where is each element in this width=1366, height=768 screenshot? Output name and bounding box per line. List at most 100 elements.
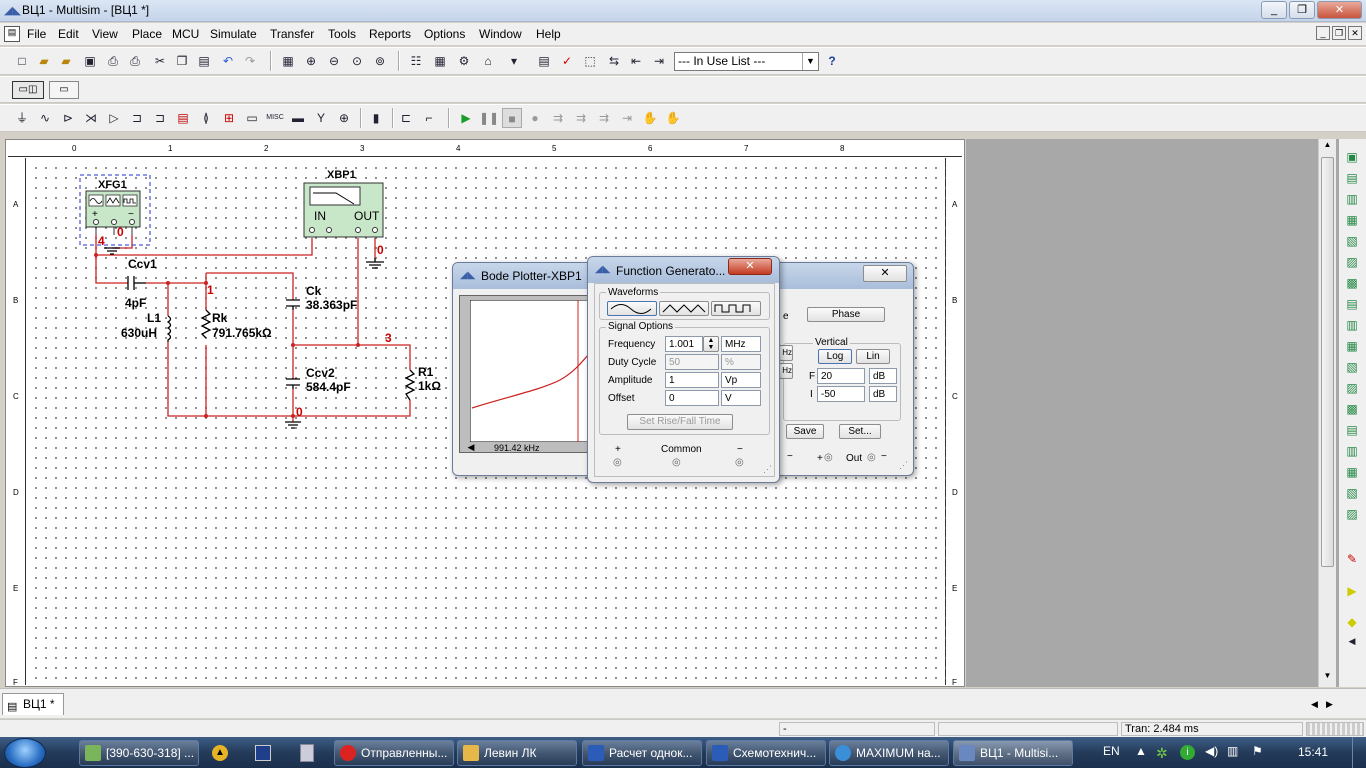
fg-frequency-stepper[interactable]: ▲ ▼ <box>703 336 719 352</box>
scroll-down-button[interactable]: ▼ <box>1320 671 1335 685</box>
xfg1-minus-label: − <box>128 209 134 220</box>
four-channel-oscilloscope-icon[interactable]: ▧ <box>1342 231 1362 251</box>
oscilloscope-icon[interactable]: ▦ <box>1342 210 1362 230</box>
scroll-up-button[interactable]: ▲ <box>1320 140 1335 154</box>
current-probe-icon[interactable]: ◆ <box>1342 612 1362 632</box>
bode-f-unit[interactable]: dB <box>869 368 897 384</box>
word-generator-icon[interactable]: ▤ <box>1342 294 1362 314</box>
iv-analyzer-icon[interactable]: ▧ <box>1342 357 1362 377</box>
quicklaunch-icon[interactable]: ▲ <box>212 745 228 761</box>
bode-out-minus-terminal-icon[interactable]: ◎ <box>867 452 876 463</box>
labview-icon[interactable]: ▶ <box>1342 581 1362 601</box>
bode-cursor-left-button[interactable]: ◀ <box>463 442 479 454</box>
bode-close-button[interactable]: ✕ <box>863 265 907 282</box>
tab-scroll-right-icon[interactable]: ▶ <box>1326 699 1333 710</box>
multimeter-icon[interactable]: ▣ <box>1342 147 1362 167</box>
triangle-wave-button[interactable] <box>659 301 709 316</box>
maximize-button[interactable]: ❐ <box>1289 1 1315 19</box>
bode-save-button[interactable]: Save <box>786 424 824 439</box>
fg-offset-unit[interactable]: V <box>721 390 761 406</box>
taskbar-item[interactable]: Схемотехнич... <box>706 740 826 766</box>
resize-grip-icon[interactable]: ⋰ <box>899 460 908 471</box>
bode-f-field[interactable]: 20 <box>817 368 865 384</box>
tray-info-icon[interactable]: i <box>1180 745 1195 760</box>
taskbar-item-active[interactable]: ВЦ1 - Multisi... <box>953 740 1073 766</box>
mdi-minimize-button[interactable]: _ <box>1316 26 1330 40</box>
taskbar-item[interactable]: Левин ЛК <box>457 740 577 766</box>
volume-icon[interactable]: ◀) <box>1205 744 1218 758</box>
bode-set-button[interactable]: Set... <box>839 424 881 439</box>
folder-icon <box>463 745 479 761</box>
taskbar-item[interactable]: MAXIMUM на... <box>829 740 949 766</box>
taskbar-item-label: Отправленны... <box>361 746 448 760</box>
fg-frequency-field[interactable]: 1.001 <box>665 336 703 352</box>
l1-label: L1 <box>147 311 162 325</box>
quicklaunch-save-icon[interactable] <box>255 745 271 761</box>
square-wave-button[interactable] <box>711 301 761 316</box>
scroll-thumb[interactable] <box>1321 157 1334 567</box>
mdi-close-button[interactable]: ✕ <box>1348 26 1362 40</box>
tab-scroll-left-icon[interactable]: ◀ <box>1311 699 1318 710</box>
fg-common-terminal-icon[interactable]: ◎ <box>672 457 681 468</box>
bode-hz2-field[interactable]: Hz <box>779 363 793 379</box>
fg-amplitude-unit[interactable]: Vp <box>721 372 761 388</box>
network-icon[interactable]: ▥ <box>1227 744 1238 758</box>
show-desktop-button[interactable] <box>1352 737 1366 768</box>
fg-amplitude-field[interactable]: 1 <box>665 372 719 388</box>
r1-resistor-symbol <box>404 369 416 401</box>
bode-i-unit[interactable]: dB <box>869 386 897 402</box>
tektronix-oscilloscope-icon[interactable]: ▨ <box>1342 504 1362 524</box>
bode-out-plus-terminal-icon[interactable]: ◎ <box>824 452 833 463</box>
taskbar-item[interactable]: Отправленны... <box>334 740 454 766</box>
fg-minus-terminal-icon[interactable]: ◎ <box>735 457 744 468</box>
taskbar-item[interactable]: Расчет однок... <box>582 740 702 766</box>
agilent-multimeter-icon[interactable]: ▦ <box>1342 462 1362 482</box>
frequency-counter-icon[interactable]: ▩ <box>1342 273 1362 293</box>
logic-converter-icon[interactable]: ▦ <box>1342 336 1362 356</box>
start-button[interactable] <box>4 738 46 768</box>
minimize-button[interactable]: _ <box>1261 1 1287 19</box>
bode-plotter-tool-icon[interactable]: ▨ <box>1342 252 1362 272</box>
mdi-restore-button[interactable]: ❐ <box>1332 26 1346 40</box>
toolbar-scroll-icon[interactable]: ◀ <box>1342 631 1362 651</box>
bode-hz1-field[interactable]: Hz <box>779 345 793 361</box>
bode-lin-button[interactable]: Lin <box>856 349 890 364</box>
function-generator-tool-icon[interactable]: ▤ <box>1342 168 1362 188</box>
distortion-analyzer-icon[interactable]: ▨ <box>1342 378 1362 398</box>
fg-plus-terminal-icon[interactable]: ◎ <box>613 457 622 468</box>
tray-app-icon[interactable]: ✲ <box>1156 745 1168 762</box>
sine-wave-button[interactable] <box>607 301 657 316</box>
fg-duty-cycle-unit: % <box>721 354 761 370</box>
logic-analyzer-icon[interactable]: ▥ <box>1342 315 1362 335</box>
fg-close-button[interactable]: ✕ <box>728 258 772 275</box>
flag-icon[interactable]: ⚑ <box>1252 744 1263 758</box>
multisim-icon <box>959 745 975 761</box>
xfg1-label: XFG1 <box>98 179 127 191</box>
close-button[interactable]: ✕ <box>1317 1 1362 19</box>
bode-log-button[interactable]: Log <box>818 349 852 364</box>
taskbar-item[interactable]: [390-630-318] ... <box>79 740 199 766</box>
word-icon <box>712 745 728 761</box>
clock[interactable]: 15:41 <box>1298 745 1328 759</box>
r1-label: R1 <box>418 365 434 379</box>
bode-out-minus-label: − <box>881 451 887 462</box>
tray-expand-icon[interactable]: ▲ <box>1135 744 1147 758</box>
spectrum-analyzer-icon[interactable]: ▩ <box>1342 399 1362 419</box>
bode-phase-button[interactable]: Phase <box>807 307 885 322</box>
function-generator-dialog[interactable]: ◢◣ Function Generato... ✕ Waveforms Sign… <box>587 256 780 483</box>
ccv1-value: 4pF <box>125 296 147 310</box>
language-indicator[interactable]: EN <box>1103 744 1120 758</box>
bode-i-field[interactable]: -50 <box>817 386 865 402</box>
vertical-scrollbar[interactable]: ▲ ▼ <box>1318 139 1336 687</box>
measurement-probe-icon[interactable]: ✎ <box>1342 549 1362 569</box>
wattmeter-icon[interactable]: ▥ <box>1342 189 1362 209</box>
fg-frequency-unit[interactable]: MHz <box>721 336 761 352</box>
agilent-oscilloscope-icon[interactable]: ▧ <box>1342 483 1362 503</box>
network-analyzer-icon[interactable]: ▤ <box>1342 420 1362 440</box>
quicklaunch-calculator-icon[interactable] <box>300 744 314 762</box>
sheet-tab[interactable]: ▤ ВЦ1 * <box>2 693 64 715</box>
agilent-generator-icon[interactable]: ▥ <box>1342 441 1362 461</box>
fg-offset-field[interactable]: 0 <box>665 390 719 406</box>
bode-plot[interactable] <box>470 300 588 442</box>
resize-grip-icon[interactable]: ⋰ <box>763 464 772 475</box>
